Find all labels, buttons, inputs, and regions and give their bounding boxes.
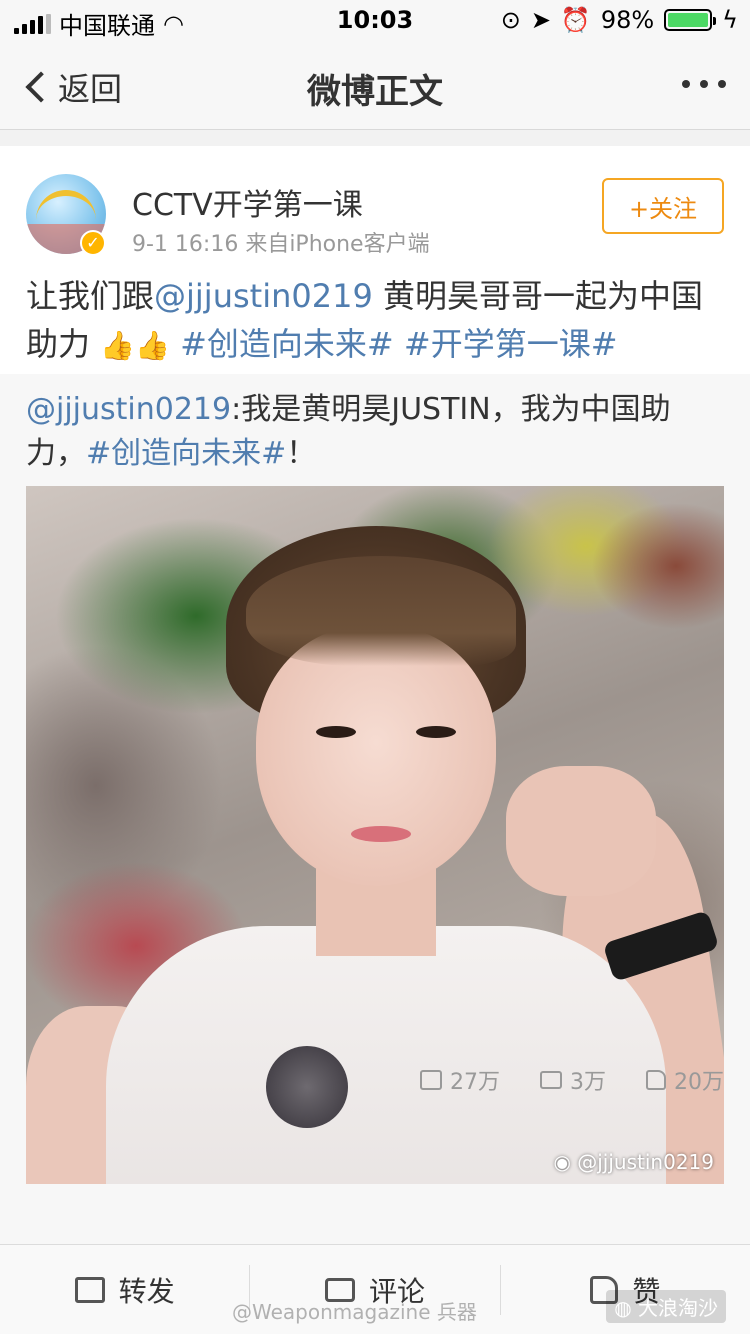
status-bar: 中国联通 ◠ 10:03 ⊙ ➤ ⏰ 98% ϟ [0, 0, 750, 40]
charging-icon: ϟ [722, 6, 738, 34]
post-text-prefix: 让我们跟 [26, 277, 155, 315]
wechat-logo-icon: ◍ [614, 1296, 632, 1320]
battery-icon [664, 9, 717, 31]
like-count-value: 20万 [674, 1070, 724, 1095]
stats-row: 27万 3万 20万 [420, 1064, 724, 1096]
photo-fringe [246, 556, 516, 666]
repost-button[interactable]: 转发 [0, 1270, 249, 1310]
username[interactable]: CCTV开学第一课 [132, 180, 363, 224]
like-icon [646, 1070, 666, 1090]
photo-eye [416, 726, 456, 738]
weibo-logo-icon: ◉ [553, 1150, 571, 1174]
thumbs-up-icon: 👍👍 [100, 329, 170, 362]
photo-microphone [266, 1046, 348, 1128]
location-icon: ➤ [530, 6, 551, 34]
repost-block[interactable]: @jjjustin0219:我是黄明昊JUSTIN，我为中国助力，#创造向未来#… [0, 374, 750, 1244]
weibo-watermark: @Weaponmagazine 兵器 [232, 1300, 477, 1324]
more-dot-icon [682, 80, 690, 88]
more-dot-icon [700, 80, 708, 88]
verified-badge-icon: ✓ [80, 230, 106, 256]
repost-suffix: ！ [286, 436, 317, 471]
lock-rotation-icon: ⊙ [500, 6, 521, 34]
repost-count[interactable]: 27万 [420, 1064, 500, 1096]
photo-watermark-text: @jjjustin0219 [577, 1150, 714, 1174]
status-right: ⊙ ➤ ⏰ 98% ϟ [501, 6, 738, 34]
more-dot-icon [718, 80, 726, 88]
battery-percent: 98% [600, 6, 655, 34]
repost-icon [420, 1070, 442, 1090]
photo-watermark: ◉ @jjjustin0219 [553, 1150, 714, 1174]
mention-link[interactable]: @jjjustin0219 [154, 277, 373, 315]
repost-mention-link[interactable]: @jjjustin0219 [26, 392, 231, 427]
comment-count[interactable]: 3万 [540, 1064, 606, 1096]
post-text: 让我们跟@jjjustin0219 黄明昊哥哥一起为中国助力 👍👍 #创造向未来… [26, 272, 726, 370]
repost-text: @jjjustin0219:我是黄明昊JUSTIN，我为中国助力，#创造向未来#… [26, 388, 726, 476]
rainbow-icon [36, 190, 96, 220]
comment-count-value: 3万 [570, 1070, 606, 1095]
alarm-icon: ⏰ [560, 6, 591, 34]
like-count[interactable]: 20万 [646, 1064, 724, 1096]
repost-button-label: 转发 [118, 1274, 175, 1308]
repost-count-value: 27万 [450, 1070, 500, 1095]
comment-icon [540, 1071, 562, 1089]
corner-watermark: ◍ 大浪淘沙 [606, 1290, 726, 1323]
follow-button[interactable]: +关注 [602, 178, 724, 234]
repost-hashtag-link[interactable]: #创造向未来# [86, 436, 286, 471]
photo-lips [351, 826, 411, 842]
corner-watermark-text: 大浪淘沙 [638, 1296, 718, 1320]
photo-eye [316, 726, 356, 738]
page-title: 微博正文 [307, 72, 443, 112]
hashtag-link[interactable]: #开学第一课# [404, 325, 618, 363]
photo-shirt [106, 926, 666, 1184]
nav-bar: 返回 微博正文 [0, 40, 750, 130]
post-meta: 9-1 16:16 来自iPhone客户端 [132, 232, 430, 257]
photo-fist [506, 766, 656, 896]
share-icon [74, 1276, 105, 1303]
more-button[interactable] [682, 80, 726, 88]
hashtag-link[interactable]: #创造向未来# [180, 325, 394, 363]
